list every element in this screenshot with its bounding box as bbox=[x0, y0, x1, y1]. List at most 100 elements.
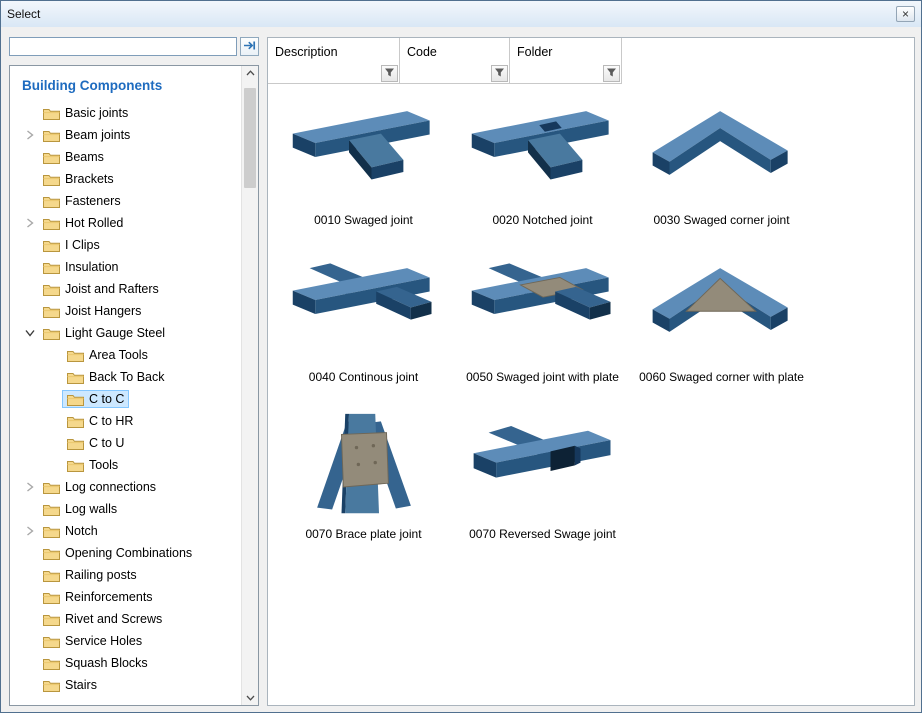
scrollbar-thumb[interactable] bbox=[244, 88, 256, 188]
tree-root-label: Building Components bbox=[22, 78, 241, 93]
tree-item-label: Log connections bbox=[65, 480, 156, 494]
folder-icon bbox=[43, 613, 60, 626]
component-item-0060-swaged-corner-with-plate[interactable]: 0060 Swaged corner with plate bbox=[632, 249, 811, 406]
folder-icon bbox=[43, 239, 60, 252]
folder-icon bbox=[43, 547, 60, 560]
close-icon: × bbox=[902, 7, 909, 21]
component-label: 0010 Swaged joint bbox=[314, 213, 413, 227]
filter-button-code[interactable] bbox=[491, 65, 508, 82]
column-header-code[interactable]: Code bbox=[400, 38, 510, 84]
tree-item-label: Rivet and Screws bbox=[65, 612, 162, 626]
component-thumbnail bbox=[284, 92, 444, 207]
folder-icon bbox=[43, 261, 60, 274]
tree-item-back-to-back[interactable]: Back To Back bbox=[20, 366, 241, 388]
tree-item-insulation[interactable]: Insulation bbox=[20, 256, 241, 278]
component-label: 0060 Swaged corner with plate bbox=[639, 370, 804, 384]
tree-item-brackets[interactable]: Brackets bbox=[20, 168, 241, 190]
column-header-folder[interactable]: Folder bbox=[510, 38, 622, 84]
folder-icon bbox=[43, 151, 60, 164]
component-item-0030-swaged-corner-joint[interactable]: 0030 Swaged corner joint bbox=[632, 92, 811, 249]
tree-item-log-connections[interactable]: Log connections bbox=[20, 476, 241, 498]
tree-item-railing-posts[interactable]: Railing posts bbox=[20, 564, 241, 586]
tree-item-label: C to C bbox=[89, 392, 124, 406]
tree-item-service-holes[interactable]: Service Holes bbox=[20, 630, 241, 652]
component-thumbnail bbox=[284, 249, 444, 364]
tree-item-area-tools[interactable]: Area Tools bbox=[20, 344, 241, 366]
expand-chevron-icon[interactable] bbox=[22, 525, 38, 537]
tree-item-log-walls[interactable]: Log walls bbox=[20, 498, 241, 520]
arrow-spacer bbox=[22, 569, 38, 581]
tree-item-beam-joints[interactable]: Beam joints bbox=[20, 124, 241, 146]
tree-item-light-gauge-steel[interactable]: Light Gauge Steel bbox=[20, 322, 241, 344]
collapse-chevron-icon[interactable] bbox=[24, 325, 36, 341]
arrow-spacer bbox=[22, 283, 38, 295]
folder-icon bbox=[43, 481, 60, 494]
tree-item-body: Tools bbox=[62, 456, 123, 474]
filter-button-description[interactable] bbox=[381, 65, 398, 82]
folder-icon bbox=[43, 569, 60, 582]
scrollbar-down-icon[interactable] bbox=[242, 695, 258, 701]
title-bar: Select × bbox=[1, 1, 921, 27]
component-item-0020-notched-joint[interactable]: 0020 Notched joint bbox=[453, 92, 632, 249]
expand-chevron-icon[interactable] bbox=[22, 129, 38, 141]
component-label: 0050 Swaged joint with plate bbox=[466, 370, 619, 384]
scrollbar-up-icon[interactable] bbox=[242, 70, 258, 76]
results-panel: DescriptionCodeFolder 0010 Swaged joint0… bbox=[267, 37, 915, 706]
column-header-description[interactable]: Description bbox=[268, 38, 400, 84]
tree-item-joist-and-rafters[interactable]: Joist and Rafters bbox=[20, 278, 241, 300]
tree-item-body: Area Tools bbox=[62, 346, 153, 364]
tree-item-label: Railing posts bbox=[65, 568, 137, 582]
tree-item-label: Opening Combinations bbox=[65, 546, 192, 560]
tree-item-beams[interactable]: Beams bbox=[20, 146, 241, 168]
results-grid: 0010 Swaged joint 0020 Notched joint0030 … bbox=[268, 84, 914, 563]
tree-item-fasteners[interactable]: Fasteners bbox=[20, 190, 241, 212]
filter-button-folder[interactable] bbox=[603, 65, 620, 82]
tree-item-squash-blocks[interactable]: Squash Blocks bbox=[20, 652, 241, 674]
expand-chevron-icon[interactable] bbox=[22, 481, 38, 493]
component-label: 0070 Reversed Swage joint bbox=[469, 527, 616, 541]
component-item-0040-continous-joint[interactable]: 0040 Continous joint bbox=[274, 249, 453, 406]
folder-icon bbox=[43, 327, 60, 340]
component-item-0050-swaged-joint-with-plate[interactable]: 0050 Swaged joint with plate bbox=[453, 249, 632, 406]
tree-item-body: Basic joints bbox=[38, 104, 133, 122]
tree-item-joist-hangers[interactable]: Joist Hangers bbox=[20, 300, 241, 322]
search-input[interactable] bbox=[9, 37, 237, 56]
arrow-spacer bbox=[46, 393, 62, 405]
tree-item-i-clips[interactable]: I Clips bbox=[20, 234, 241, 256]
tree-item-hot-rolled[interactable]: Hot Rolled bbox=[20, 212, 241, 234]
tree-item-c-to-u[interactable]: C to U bbox=[20, 432, 241, 454]
tree-item-label: C to U bbox=[89, 436, 124, 450]
folder-icon bbox=[67, 415, 84, 428]
tree-item-body: Notch bbox=[38, 522, 103, 540]
tree-item-stairs[interactable]: Stairs bbox=[20, 674, 241, 696]
tree-item-c-to-c[interactable]: C to C bbox=[20, 388, 241, 410]
tree-list: Building Components Basic joints Beam joi… bbox=[10, 66, 241, 705]
search-go-button[interactable] bbox=[240, 37, 259, 56]
tree-item-reinforcements[interactable]: Reinforcements bbox=[20, 586, 241, 608]
component-thumbnail bbox=[463, 249, 623, 364]
tree-scrollbar[interactable] bbox=[241, 66, 258, 705]
component-thumbnail bbox=[463, 92, 623, 207]
select-dialog: Select × Building Components Basic joint… bbox=[0, 0, 922, 713]
tree-item-c-to-hr[interactable]: C to HR bbox=[20, 410, 241, 432]
component-item-0070-reversed-swage-joint[interactable]: 0070 Reversed Swage joint bbox=[453, 406, 632, 563]
expand-chevron-icon[interactable] bbox=[22, 217, 38, 229]
folder-icon bbox=[67, 371, 84, 384]
component-thumbnail bbox=[642, 92, 802, 207]
component-item-0010-swaged-joint[interactable]: 0010 Swaged joint bbox=[274, 92, 453, 249]
tree-item-notch[interactable]: Notch bbox=[20, 520, 241, 542]
tree-item-body: Log walls bbox=[38, 500, 122, 518]
tree-item-label: Notch bbox=[65, 524, 98, 538]
tree-item-label: Fasteners bbox=[65, 194, 121, 208]
funnel-icon bbox=[384, 66, 395, 81]
close-button[interactable]: × bbox=[896, 6, 915, 22]
tree-item-label: Area Tools bbox=[89, 348, 148, 362]
component-item-0070-brace-plate-joint[interactable]: 0070 Brace plate joint bbox=[274, 406, 453, 563]
folder-icon bbox=[43, 305, 60, 318]
tree-item-tools[interactable]: Tools bbox=[20, 454, 241, 476]
tree-item-rivet-and-screws[interactable]: Rivet and Screws bbox=[20, 608, 241, 630]
tree-item-body: Opening Combinations bbox=[38, 544, 197, 562]
folder-icon bbox=[43, 283, 60, 296]
tree-item-basic-joints[interactable]: Basic joints bbox=[20, 102, 241, 124]
tree-item-opening-combinations[interactable]: Opening Combinations bbox=[20, 542, 241, 564]
